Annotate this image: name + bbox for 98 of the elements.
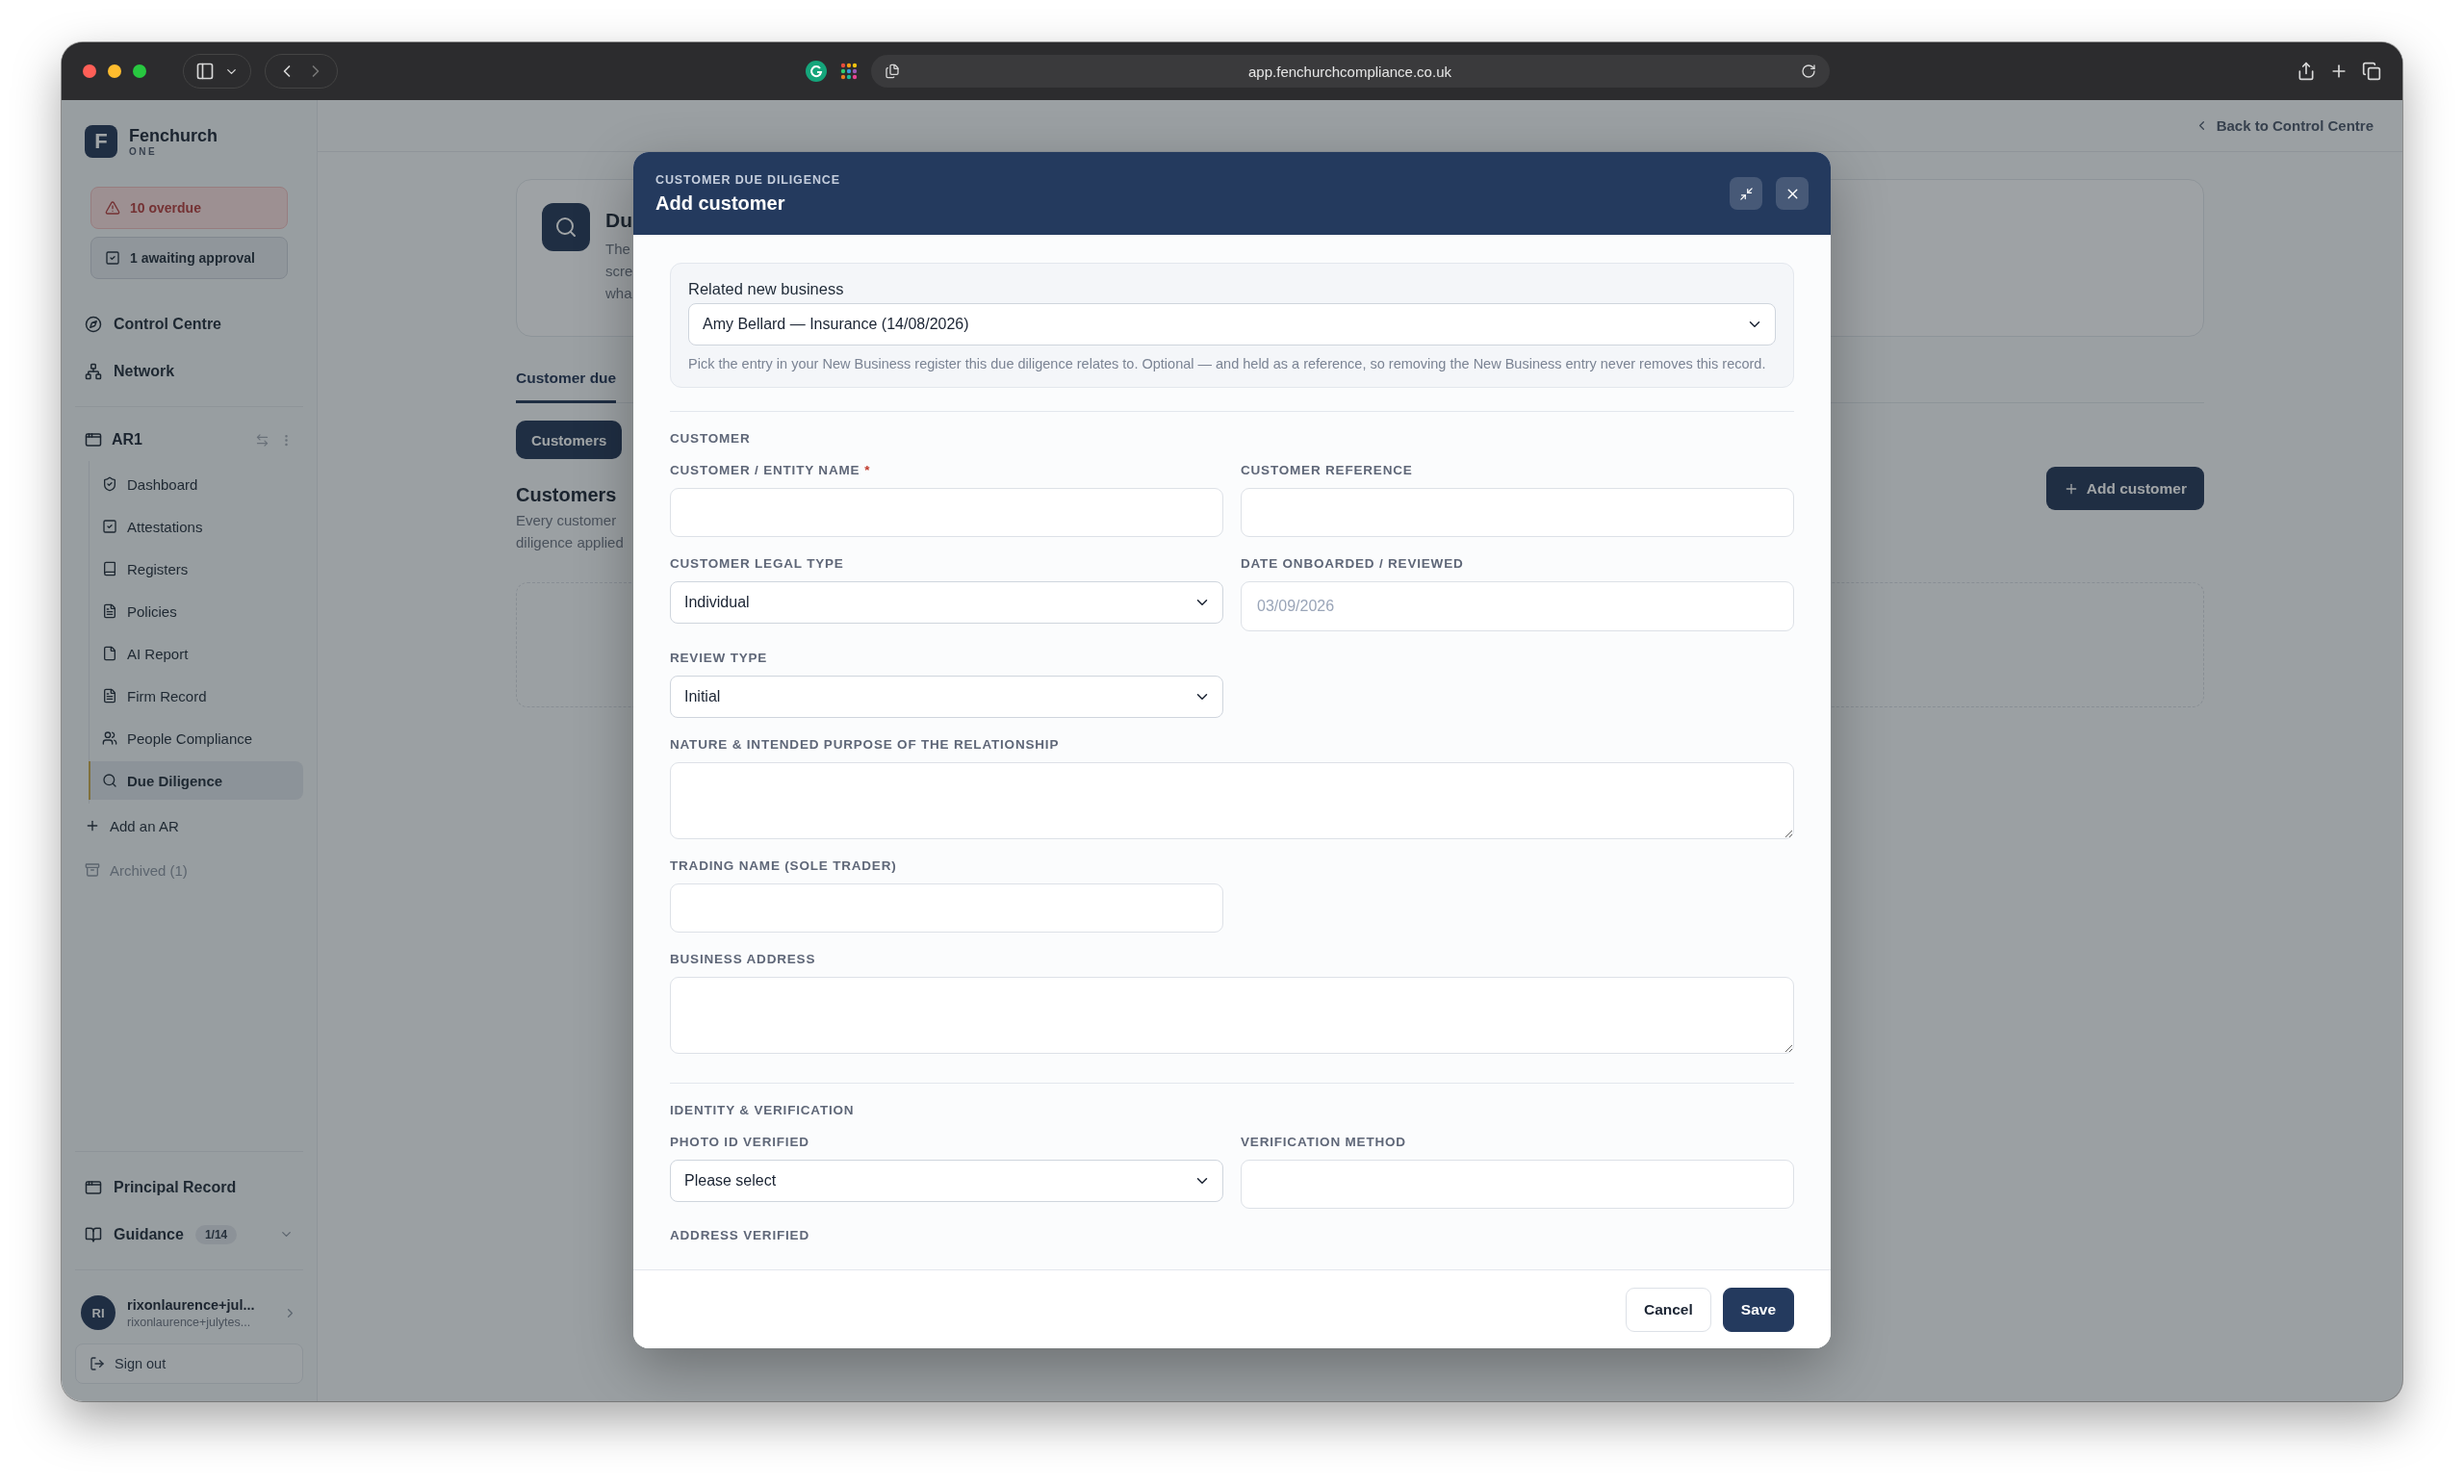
text-field[interactable] bbox=[670, 883, 1223, 933]
nav-item[interactable]: Control Centre bbox=[75, 300, 303, 347]
search-icon bbox=[542, 203, 590, 251]
field-label: VERIFICATION METHOD bbox=[1241, 1135, 1406, 1150]
shrink-arrows-icon bbox=[1738, 186, 1754, 201]
page-description: The bbox=[605, 240, 631, 259]
extension-icon[interactable] bbox=[805, 61, 827, 82]
add-ar-link[interactable]: Add an AR bbox=[75, 804, 303, 848]
back-link[interactable]: Back to Control Centre bbox=[2194, 117, 2374, 134]
zoom-window-button[interactable] bbox=[133, 64, 146, 78]
sidebar-icon[interactable] bbox=[195, 62, 215, 81]
section-title: Customers bbox=[516, 483, 618, 507]
people-icon bbox=[102, 730, 117, 746]
address-bar[interactable]: app.fenchurchcompliance.co.uk bbox=[870, 55, 1830, 88]
page-title: Du bbox=[605, 208, 632, 233]
field-label: Related new business bbox=[688, 280, 845, 298]
nav-item[interactable]: Guidance 1/14 bbox=[75, 1211, 303, 1258]
field-label: REVIEW TYPE bbox=[670, 651, 768, 666]
sidebar-item[interactable]: Dashboard bbox=[89, 465, 303, 503]
help-text: Pick the entry in your New Business register this due diligence relates to. Optional — and held as a reference, so removing the New Business entry never removes this record. bbox=[688, 355, 1767, 373]
minimize-window-button[interactable] bbox=[108, 64, 121, 78]
cancel-button[interactable]: Cancel bbox=[1625, 1287, 1711, 1332]
required-asterisk: * bbox=[864, 463, 870, 478]
section-description: diligence applied bbox=[516, 533, 624, 552]
select-field[interactable]: Individual bbox=[670, 581, 1223, 624]
brand-name: Fenchurch bbox=[129, 126, 218, 144]
brand-tagline: ONE bbox=[129, 146, 159, 157]
log-out-icon bbox=[90, 1356, 105, 1371]
sidebar-item[interactable]: Policies bbox=[89, 592, 303, 630]
window-icon bbox=[85, 431, 102, 448]
warning-icon bbox=[105, 200, 120, 216]
checkbox-icon bbox=[102, 519, 117, 534]
file-icon bbox=[102, 646, 117, 661]
collapse-button[interactable] bbox=[1730, 177, 1762, 210]
sidebar-item[interactable]: Due Diligence bbox=[89, 761, 303, 800]
text-field[interactable] bbox=[1241, 1160, 1794, 1209]
nav-item[interactable]: Principal Record bbox=[75, 1164, 303, 1211]
window-icon bbox=[85, 1178, 102, 1196]
field-label: CUSTOMER / ENTITY NAME bbox=[670, 463, 860, 478]
tab[interactable]: Customer due bbox=[516, 370, 617, 403]
url-text: app.fenchurchcompliance.co.uk bbox=[1247, 63, 1452, 80]
page-description: scre bbox=[605, 262, 633, 281]
nodes-icon bbox=[85, 362, 102, 380]
section-heading: IDENTITY & VERIFICATION bbox=[670, 1103, 856, 1117]
open-book-icon bbox=[85, 1225, 102, 1243]
document-icon bbox=[102, 603, 117, 619]
book-icon bbox=[102, 561, 117, 576]
user-name: rixonlaurence+jul... bbox=[127, 1296, 256, 1313]
share-icon[interactable] bbox=[2297, 62, 2316, 81]
field-label: TRADING NAME (SOLE TRADER) bbox=[670, 858, 897, 874]
user-email: rixonlaurence+julytes... bbox=[127, 1315, 252, 1329]
field-label: ADDRESS VERIFIED bbox=[670, 1228, 809, 1243]
sidebar-item[interactable]: Registers bbox=[89, 550, 303, 588]
checkbox-icon bbox=[105, 250, 120, 266]
close-window-button[interactable] bbox=[83, 64, 96, 78]
sidebar-item[interactable]: AI Report bbox=[89, 634, 303, 673]
field-label: CUSTOMER LEGAL TYPE bbox=[670, 556, 844, 572]
sign-out-button[interactable]: Sign out bbox=[75, 1343, 303, 1384]
alert-button[interactable]: 10 overdue bbox=[90, 187, 288, 229]
text-field[interactable] bbox=[670, 488, 1223, 537]
text-field[interactable] bbox=[1241, 488, 1794, 537]
field-label: DATE ONBOARDED / REVIEWED bbox=[1241, 556, 1464, 572]
select-field[interactable]: Please select bbox=[670, 1160, 1223, 1202]
sidebar-item[interactable]: Firm Record bbox=[89, 677, 303, 715]
modal-eyebrow: CUSTOMER DUE DILIGENCE bbox=[655, 172, 840, 187]
page-icon bbox=[884, 64, 900, 79]
nav-label: Guidance bbox=[114, 1225, 184, 1243]
field-label: PHOTO ID VERIFIED bbox=[670, 1135, 809, 1150]
shield-check-icon bbox=[102, 476, 117, 492]
close-button[interactable] bbox=[1776, 177, 1809, 210]
modal-title: Add customer bbox=[655, 192, 786, 215]
field-label: NATURE & INTENDED PURPOSE OF THE RELATIONSHIP bbox=[670, 737, 1060, 753]
archive-icon bbox=[85, 862, 100, 878]
nav-item[interactable]: Network bbox=[75, 347, 303, 395]
select-field[interactable]: Initial bbox=[670, 676, 1223, 718]
sidebar-item[interactable]: Attestations bbox=[89, 507, 303, 546]
progress-badge: 1/14 bbox=[194, 1224, 238, 1244]
app-grid-icon[interactable] bbox=[839, 63, 858, 80]
save-button[interactable]: Save bbox=[1722, 1287, 1794, 1332]
field-label: CUSTOMER REFERENCE bbox=[1241, 463, 1413, 478]
compass-icon bbox=[85, 315, 102, 333]
add-customer-button[interactable]: Add customer bbox=[2045, 467, 2204, 510]
section-description: Every customer bbox=[516, 511, 618, 530]
section-heading: CUSTOMER bbox=[670, 431, 752, 446]
workspace-name: AR1 bbox=[112, 431, 143, 448]
field-label: BUSINESS ADDRESS bbox=[670, 952, 816, 967]
reload-icon[interactable] bbox=[1800, 64, 1816, 79]
user-avatar[interactable]: RI bbox=[81, 1295, 116, 1330]
page-description: wha bbox=[605, 284, 633, 303]
search-icon bbox=[102, 773, 117, 788]
sidebar-item[interactable]: People Compliance bbox=[89, 719, 303, 757]
logo: F bbox=[85, 125, 117, 158]
document-icon bbox=[102, 688, 117, 704]
select-field[interactable]: Amy Bellard — Insurance (14/08/2026) bbox=[688, 303, 1776, 345]
subtab[interactable]: Customers bbox=[516, 421, 623, 459]
plus-icon bbox=[85, 818, 100, 833]
tabs-icon[interactable] bbox=[2362, 62, 2381, 81]
alert-button[interactable]: 1 awaiting approval bbox=[90, 237, 288, 279]
